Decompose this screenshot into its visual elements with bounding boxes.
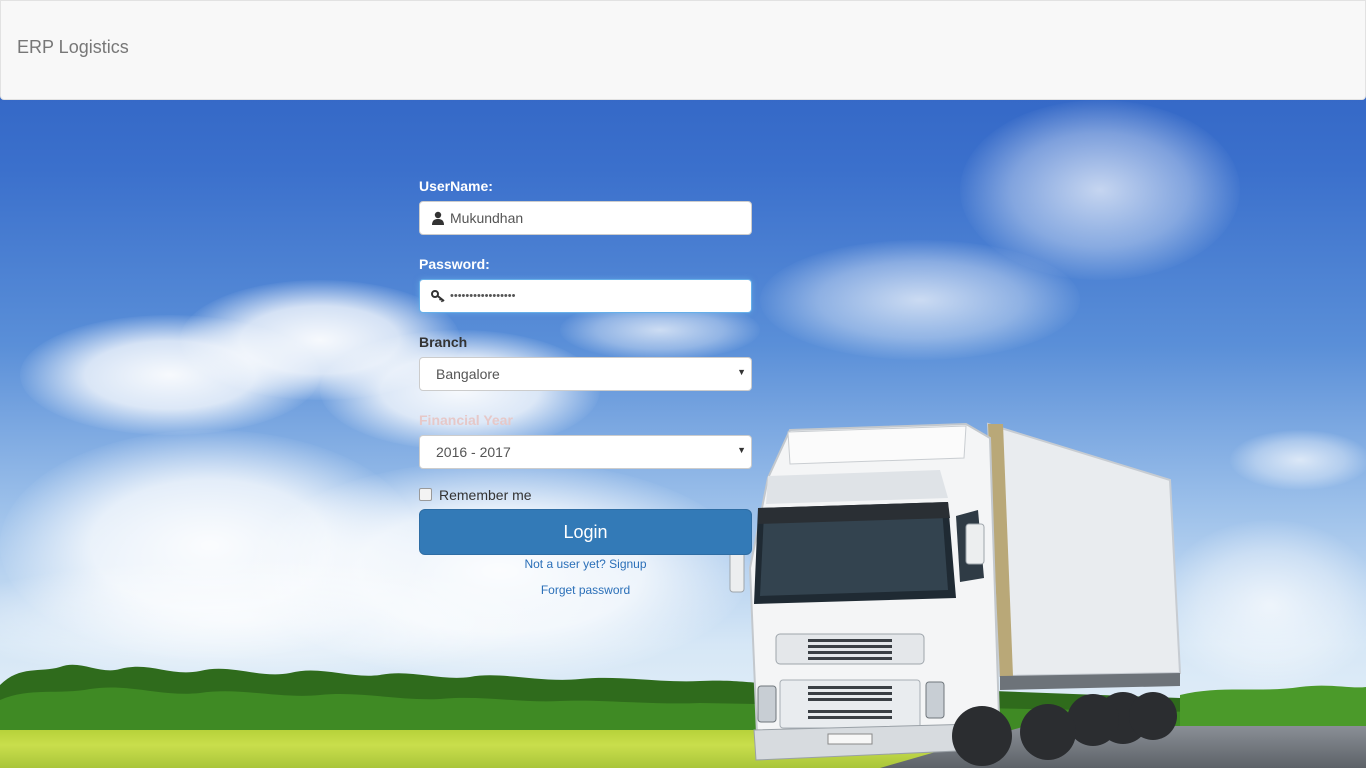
signup-link[interactable]: Not a user yet? Signup: [419, 556, 752, 572]
username-label: UserName:: [419, 178, 493, 194]
password-input[interactable]: [450, 280, 745, 312]
financial-year-label: Financial Year: [419, 412, 513, 428]
branch-selected-value: Bangalore: [436, 366, 500, 382]
remember-me-checkbox[interactable]: [419, 488, 432, 501]
brand-link[interactable]: ERP Logistics: [17, 37, 129, 58]
login-form: UserName: Password: Branch Bangalore ▼ F…: [419, 176, 752, 598]
password-field[interactable]: [419, 279, 752, 313]
username-input[interactable]: [450, 202, 745, 234]
password-label: Password:: [419, 256, 490, 272]
financial-year-selected-value: 2016 - 2017: [436, 444, 511, 460]
forget-password-link[interactable]: Forget password: [419, 582, 752, 598]
caret-down-icon: ▼: [737, 445, 746, 455]
branch-label: Branch: [419, 334, 468, 350]
username-field[interactable]: [419, 201, 752, 235]
branch-select[interactable]: Bangalore ▼: [419, 357, 752, 391]
login-button[interactable]: Login: [419, 509, 752, 555]
remember-me-row: Remember me: [419, 485, 752, 505]
truck-image: [729, 422, 1182, 766]
remember-me-label[interactable]: Remember me: [439, 487, 532, 503]
financial-year-select[interactable]: 2016 - 2017 ▼: [419, 435, 752, 469]
top-navbar: ERP Logistics: [0, 0, 1366, 100]
user-icon: [432, 211, 444, 225]
caret-down-icon: ▼: [737, 367, 746, 377]
key-icon: [431, 290, 445, 303]
